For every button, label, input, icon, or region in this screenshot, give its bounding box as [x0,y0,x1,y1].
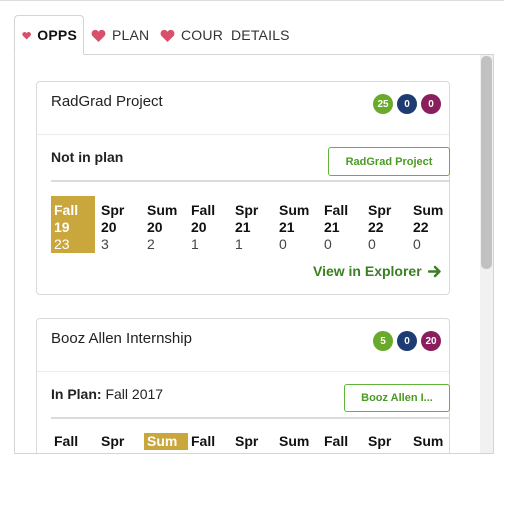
card-title[interactable]: Booz Allen Internship [51,330,192,347]
tab-details[interactable]: DETAILS [231,15,290,55]
semester-term: Spr [368,202,392,218]
semester-interest-count: 0 [324,236,332,252]
card-divider [51,180,449,182]
semester-cell: Sum 20 2 [144,202,188,253]
semester-cell: Sum 21 0 [276,202,320,253]
heart-icon [91,29,106,42]
semester-term: Fall [191,202,216,218]
semester-cell: Spr 20 3 [98,202,142,253]
semester-year: 19 [54,219,70,235]
card-header: RadGrad Project 25 0 0 [37,82,449,135]
ice-badge-green: 25 [373,94,393,114]
heart-icon [22,31,31,40]
heart-icon [160,29,175,42]
semester-year: 21 [279,219,295,235]
plan-status-value: Fall 2017 [105,386,164,402]
semester-interest-count: 23 [54,236,70,252]
semester-term: Sum [413,433,444,449]
ice-badge-green: 5 [373,331,393,351]
semester-cell: Fall [188,433,232,450]
semester-year: 20 [147,219,163,235]
semester-term: Spr [101,202,125,218]
opportunity-button[interactable]: Booz Allen I... [344,384,450,412]
semester-cell: Spr 21 1 [232,202,276,253]
arrow-right-icon [427,265,441,277]
tab-opps-label: OPPS [37,27,77,43]
semester-year: 20 [101,219,117,235]
tab-cour[interactable]: COUR [160,15,223,55]
semester-cell: Spr [98,433,142,450]
ice-badge-purple: 0 [421,94,441,114]
semester-interest-count: 0 [413,236,421,252]
semester-term: Sum [413,202,444,218]
tab-plan-label: PLAN [112,27,150,43]
semester-interest-count: 3 [101,236,109,252]
semester-cell: Fall [51,433,95,450]
semester-year: 21 [235,219,251,235]
semester-cell: Fall 19 23 [51,196,95,253]
semester-interest-count: 1 [235,236,243,252]
semester-term: Fall [324,202,349,218]
semester-cell: Fall [321,433,365,450]
tab-cour-label: COUR [181,27,224,43]
semester-cell: Spr [365,433,409,450]
semester-cell: Fall 21 0 [321,202,365,253]
tab-details-label: DETAILS [231,27,290,43]
semester-year: 21 [324,219,340,235]
semester-term: Sum [279,202,310,218]
tab-plan[interactable]: PLAN [91,15,149,55]
card-header: Booz Allen Internship 5 0 20 [37,319,449,372]
plan-status: Not in plan [51,149,123,165]
semester-year: 20 [191,219,207,235]
semester-cell: Spr 22 0 [365,202,409,253]
semester-term: Sum [147,202,178,218]
semester-term: Spr [368,433,392,449]
semester-term: Sum [279,433,310,449]
semester-term: Spr [101,433,125,449]
semester-year: 22 [368,219,384,235]
badge-group: 5 0 20 [373,331,441,351]
semester-cell: Sum [410,433,454,450]
semester-term: Sum [147,433,178,449]
semester-term: Fall [191,433,216,449]
view-in-explorer-label: View in Explorer [313,263,422,279]
semester-year: 22 [413,219,429,235]
semester-interest-count: 0 [368,236,376,252]
semester-cell: Spr [232,433,276,450]
ice-badge-blue: 0 [397,331,417,351]
opportunity-card: RadGrad Project 25 0 0 Not in plan RadGr… [36,81,450,295]
semester-term: Fall [54,202,79,218]
opportunities-panel: RadGrad Project 25 0 0 Not in plan RadGr… [14,55,494,454]
ice-badge-purple: 20 [421,331,441,351]
badge-group: 25 0 0 [373,94,441,114]
plan-status-label: Not in plan [51,149,124,165]
card-title[interactable]: RadGrad Project [51,93,163,110]
tab-opps[interactable]: OPPS [14,15,84,55]
semester-term: Fall [324,433,349,449]
semester-term: Spr [235,433,259,449]
opportunity-card: Booz Allen Internship 5 0 20 In Plan: Fa… [36,318,450,453]
semester-cell: Fall 20 1 [188,202,232,253]
semester-cell: Sum 22 0 [410,202,454,253]
semester-cell: Sum [276,433,320,450]
view-in-explorer-link[interactable]: View in Explorer [313,263,449,279]
semester-term: Fall [54,433,79,449]
semester-cell: Sum [144,433,188,450]
ice-badge-blue: 0 [397,94,417,114]
plan-status: In Plan: Fall 2017 [51,386,163,402]
semester-interest-count: 1 [191,236,199,252]
semester-interest-count: 2 [147,236,155,252]
window-top-border [0,0,504,1]
semester-interest-count: 0 [279,236,287,252]
scrollbar-track[interactable] [480,55,493,453]
plan-status-label: In Plan: [51,386,102,402]
card-divider [51,417,449,419]
opportunity-button[interactable]: RadGrad Project [328,147,450,176]
semester-term: Spr [235,202,259,218]
scrollbar-thumb[interactable] [481,56,492,269]
tab-bar: OPPS PLAN COUR DETAILS [14,15,494,55]
